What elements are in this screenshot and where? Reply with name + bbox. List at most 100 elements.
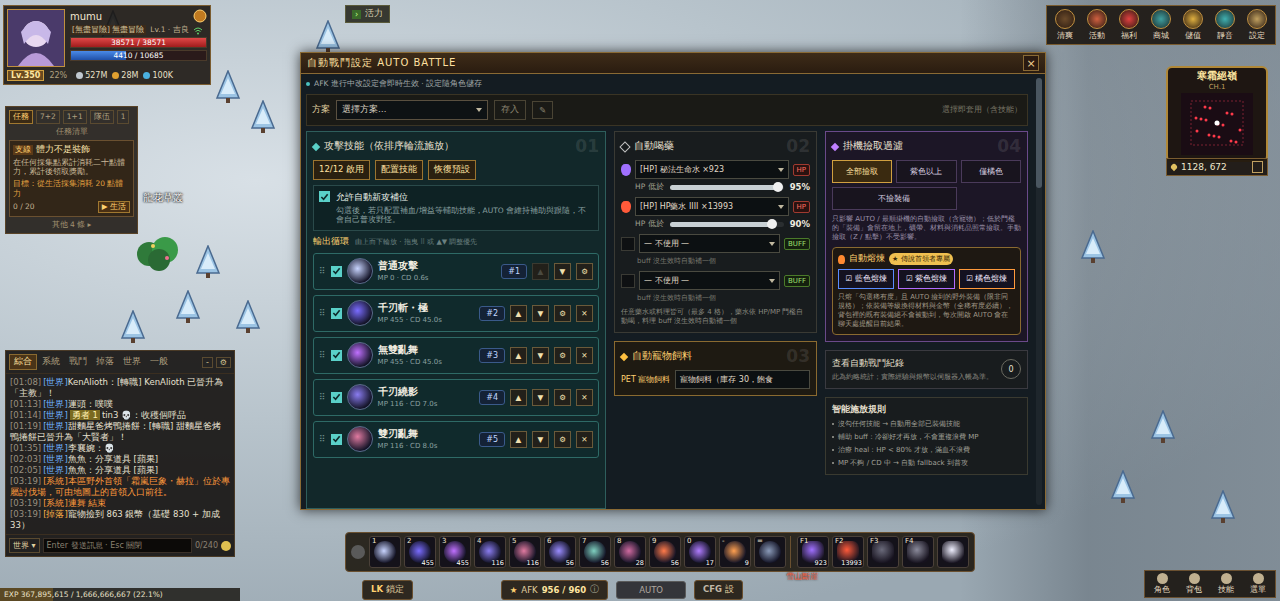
skill-settings-button[interactable]: ⚙	[554, 389, 571, 406]
skill-slot[interactable]: 017	[684, 536, 716, 568]
skill-settings-button[interactable]: ⚙	[576, 263, 593, 280]
chat-tab[interactable]: 戰鬥	[65, 355, 91, 369]
drag-handle[interactable]: ⠿	[319, 392, 326, 402]
move-up-button[interactable]: ▲	[510, 431, 527, 448]
buff-item-box[interactable]	[621, 274, 635, 288]
top-menu-item[interactable]: 活動	[1082, 9, 1112, 41]
bottom-menu-item[interactable]: 選單	[1243, 573, 1273, 595]
quest-tab[interactable]: 隊伍	[90, 110, 114, 124]
battle-record-card[interactable]: 查看自動戰鬥紀錄此為約略統計；實際經驗與銀幣以伺服器入帳為準。0	[825, 350, 1028, 389]
chat-minimize-button[interactable]: -	[202, 357, 213, 368]
slider-knob[interactable]	[773, 182, 783, 192]
close-button[interactable]: ×	[1023, 55, 1039, 71]
drag-handle[interactable]: ⠿	[319, 434, 326, 444]
move-up-button[interactable]: ▲	[510, 389, 527, 406]
attack-action-button[interactable]: 配置技能	[375, 160, 423, 180]
threshold-slider[interactable]	[670, 185, 784, 190]
fallback-checkbox[interactable]	[319, 191, 330, 202]
chat-settings-button[interactable]: ⚙	[216, 357, 231, 368]
scheme-select[interactable]: 選擇方案…	[336, 100, 488, 120]
chat-tab[interactable]: 綜合	[9, 354, 37, 370]
buff-select[interactable]: — 不使用 —	[639, 234, 780, 253]
chat-input[interactable]: Enter 發送訊息 · Esc 關閉	[43, 538, 192, 553]
loot-option[interactable]: 紫色以上	[896, 160, 956, 183]
remove-skill-button[interactable]: ✕	[576, 389, 593, 406]
move-up-button[interactable]: ▲	[532, 263, 549, 280]
buff-item-box[interactable]	[621, 237, 635, 251]
chat-tab[interactable]: 掉落	[92, 355, 118, 369]
skill-settings-button[interactable]: ⚙	[554, 347, 571, 364]
skill-slot[interactable]: 656	[544, 536, 576, 568]
quest-tab[interactable]: 1+1	[63, 110, 87, 124]
skill-slot[interactable]: =	[754, 536, 786, 568]
attack-action-button[interactable]: 恢復預設	[428, 160, 476, 180]
move-down-button[interactable]: ▼	[532, 389, 549, 406]
loot-option[interactable]: 不撿裝備	[832, 187, 957, 210]
scheme-edit-button[interactable]: ✎	[532, 101, 553, 119]
item-slot[interactable]	[937, 536, 969, 568]
remove-skill-button[interactable]: ✕	[576, 305, 593, 322]
skill-slot[interactable]: 5116	[509, 536, 541, 568]
quest-tab[interactable]: 任務	[9, 110, 33, 124]
chat-tab[interactable]: 世界	[119, 355, 145, 369]
skill-slot[interactable]: 756	[579, 536, 611, 568]
emoji-icon[interactable]	[221, 541, 231, 551]
remove-skill-button[interactable]: ✕	[576, 347, 593, 364]
move-down-button[interactable]: ▼	[532, 347, 549, 364]
minimap[interactable]: 寒霜絕嶺CH.1	[1166, 66, 1268, 162]
chat-toggle-icon[interactable]	[351, 545, 365, 559]
skill-slot[interactable]: -9	[719, 536, 751, 568]
buff-select[interactable]: — 不使用 —	[639, 271, 780, 290]
skill-checkbox[interactable]	[331, 350, 342, 361]
item-slot[interactable]: F213993	[832, 536, 864, 568]
dialog-scrollbar[interactable]	[1036, 78, 1042, 505]
quest-more[interactable]: 其他 4 條 ▸	[9, 220, 134, 230]
top-menu-item[interactable]: 儲值	[1178, 9, 1208, 41]
top-menu-item[interactable]: 設定	[1242, 9, 1272, 41]
skill-slot[interactable]: 828	[614, 536, 646, 568]
skill-checkbox[interactable]	[331, 266, 342, 277]
skill-slot[interactable]: 2455	[404, 536, 436, 568]
skill-settings-button[interactable]: ⚙	[554, 305, 571, 322]
attack-action-button[interactable]: 12/12 啟用	[313, 160, 370, 180]
move-up-button[interactable]: ▲	[510, 347, 527, 364]
skill-settings-button[interactable]: ⚙	[554, 431, 571, 448]
auto-button[interactable]: AUTO	[616, 581, 686, 599]
chat-tab[interactable]: 系統	[38, 355, 64, 369]
move-down-button[interactable]: ▼	[554, 263, 571, 280]
slider-knob[interactable]	[767, 219, 777, 229]
move-up-button[interactable]: ▲	[510, 305, 527, 322]
avatar[interactable]	[7, 9, 65, 67]
skill-slot[interactable]: 3455	[439, 536, 471, 568]
lock-button[interactable]: LK 鎖定	[362, 580, 413, 600]
skill-row[interactable]: ⠿千刃繞影MP 116 · CD 7.0s#4▲▼⚙✕	[313, 379, 599, 416]
chat-channel-select[interactable]: 世界 ▾	[9, 538, 40, 553]
top-menu-item[interactable]: 清爽	[1050, 9, 1080, 41]
drag-handle[interactable]: ⠿	[319, 266, 326, 276]
skill-row[interactable]: ⠿雙刃亂舞MP 116 · CD 8.0s#5▲▼⚙✕	[313, 421, 599, 458]
item-slot[interactable]: F3	[867, 536, 899, 568]
loot-option[interactable]: 全部撿取	[832, 160, 892, 183]
quest-action-button[interactable]: ▶ 生活	[98, 201, 130, 213]
quest-tab[interactable]: 7+2	[36, 110, 60, 124]
skill-row[interactable]: ⠿普通攻擊MP 0 · CD 0.6s#1▲▼⚙	[313, 253, 599, 290]
smelt-option[interactable]: ☑ 藍色熔煉	[838, 269, 894, 289]
item-slot[interactable]: F4	[902, 536, 934, 568]
smelt-option[interactable]: ☑ 橘色熔煉	[959, 269, 1015, 289]
skill-row[interactable]: ⠿無雙亂舞MP 455 · CD 45.0s#3▲▼⚙✕	[313, 337, 599, 374]
bottom-menu-item[interactable]: 技能	[1211, 573, 1241, 595]
map-book-icon[interactable]	[1252, 161, 1263, 173]
top-menu-item[interactable]: 靜音	[1210, 9, 1240, 41]
info-button[interactable]: ⓘ	[590, 584, 599, 596]
quest-card[interactable]: 支線體力不是裝飾在任何採集點累計消耗二十點體力，累計後領取獎勵。目標：從生活採集…	[9, 140, 134, 217]
smelt-option[interactable]: ☑ 紫色熔煉	[898, 269, 954, 289]
drag-handle[interactable]: ⠿	[319, 350, 326, 360]
bottom-menu-item[interactable]: 背包	[1179, 573, 1209, 595]
bottom-menu-item[interactable]: 角色	[1147, 573, 1177, 595]
drag-handle[interactable]: ⠿	[319, 308, 326, 318]
scheme-save-button[interactable]: 存入	[494, 100, 526, 120]
potion-select[interactable]: [HP] 秘法生命水 ×923	[635, 160, 789, 179]
scroll-thumb[interactable]	[1036, 78, 1042, 188]
remove-skill-button[interactable]: ✕	[576, 431, 593, 448]
top-menu-item[interactable]: 商城	[1146, 9, 1176, 41]
